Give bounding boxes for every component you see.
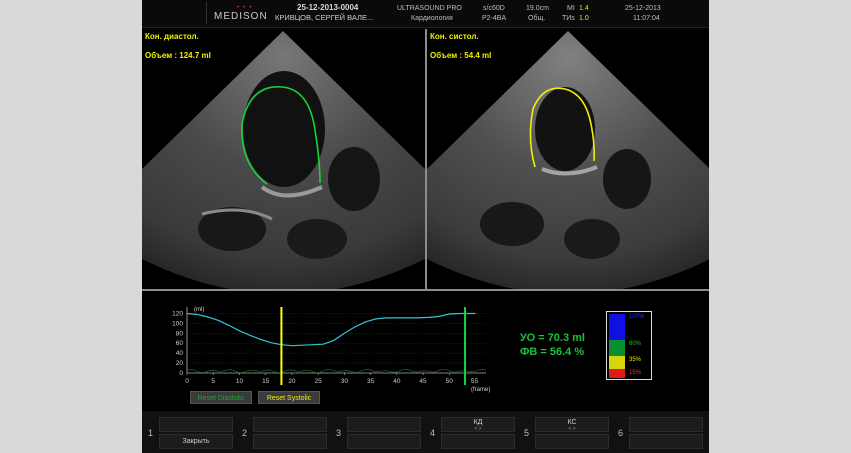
- scale-segment-red: [609, 369, 625, 378]
- volume-curve-line: [186, 312, 476, 347]
- softkey-upper-slot[interactable]: [629, 417, 703, 432]
- softkey-upper-slot[interactable]: [347, 417, 421, 432]
- end-diastole-label: КД: [473, 419, 483, 426]
- tis-label: TИs: [562, 15, 575, 22]
- systole-title: Кон. систол.: [430, 32, 479, 41]
- x-tick-label: 40: [393, 378, 401, 385]
- close-button-label: Закрыть: [182, 438, 210, 445]
- x-tick-label: 50: [446, 378, 454, 385]
- softkey-5[interactable]: 5 КС < >: [518, 411, 612, 453]
- header-divider: [206, 2, 207, 24]
- probe-name: P2-4BA: [482, 15, 507, 22]
- preset-name: Общ.: [528, 15, 546, 22]
- diastole-title: Кон. диастол.: [145, 32, 199, 41]
- x-tick-label: 45: [419, 378, 427, 385]
- scale-label-60: 60%: [629, 341, 642, 347]
- diastole-volume: Объем : 124.7 ml: [145, 51, 211, 60]
- arrows-icon: < >: [474, 426, 482, 432]
- softkey-4[interactable]: 4 КД < >: [424, 411, 518, 453]
- exam-date: 25-12-2013: [625, 5, 661, 12]
- x-tick-label: 20: [288, 378, 296, 385]
- softkey-lower-slot[interactable]: [441, 434, 515, 449]
- softkey-number: 2: [242, 428, 248, 438]
- softkey-lower-slot[interactable]: [253, 434, 327, 449]
- softkey-lower-slot[interactable]: [629, 434, 703, 449]
- end-systole-label: КС: [567, 419, 577, 426]
- x-tick-label: 5: [211, 378, 215, 385]
- chart-ticks: 120 100 80 60 40 20 00 5 10 15 20 25 30 35 40 45 50 55: [172, 310, 478, 385]
- softkey-number: 1: [148, 428, 154, 438]
- x-axis-unit: (frame): [471, 387, 490, 393]
- scale-segment-blue: [609, 314, 625, 340]
- softkey-1[interactable]: 1 Закрыть: [142, 411, 236, 453]
- softkey-lower-slot[interactable]: [347, 434, 421, 449]
- softkey-bar: 1 Закрыть 2 3 4 КД < > 5 КС < > 6: [142, 411, 709, 453]
- systole-volume: Объем : 54.4 ml: [430, 51, 492, 60]
- softkey-upper-slot[interactable]: [253, 417, 327, 432]
- softkey-number: 3: [336, 428, 342, 438]
- ejection-fraction-value: ФВ = 56.4 %: [520, 346, 585, 358]
- x-tick-label: 55: [471, 378, 479, 385]
- mi-label: MI: [567, 5, 575, 12]
- diastole-image-pane[interactable]: Кон. диастол. Объем : 124.7 ml: [142, 29, 425, 289]
- x-tick-label: 25: [315, 378, 323, 385]
- scale-label-100: 100%: [629, 314, 645, 320]
- scale-label-15: 15%: [629, 370, 642, 376]
- chart-grid: [186, 307, 487, 374]
- brand-logo: MEDISON: [214, 11, 268, 22]
- scale-label-35: 35%: [629, 357, 642, 363]
- close-button[interactable]: Закрыть: [159, 434, 233, 449]
- depth-value: 19.0cm: [526, 5, 549, 12]
- volume-chart-area: 120 100 80 60 40 20 0 0 5 10 15 20 25 30 35 40 45 50 55 (m…: [142, 291, 709, 411]
- y-tick-label: 40: [176, 350, 184, 357]
- y-tick-label: 60: [176, 340, 184, 347]
- ultrasound-screen: ••• MEDISON 25-12-2013-0004 КРИВЦОВ, СЕР…: [142, 0, 709, 453]
- x-tick-label: 35: [367, 378, 375, 385]
- softkey-6[interactable]: 6: [612, 411, 706, 453]
- header-bar: ••• MEDISON 25-12-2013-0004 КРИВЦОВ, СЕР…: [142, 0, 709, 28]
- scale-segment-green: [609, 340, 625, 356]
- x-tick-label: 10: [236, 378, 244, 385]
- softkey-upper-slot[interactable]: [159, 417, 233, 432]
- softkey-number: 4: [430, 428, 436, 438]
- softkey-number: 5: [524, 428, 530, 438]
- patient-name: КРИВЦОВ, СЕРГЕЙ ВАЛЕ...: [275, 13, 374, 22]
- y-axis-unit: (ml): [194, 307, 204, 313]
- y-tick-label: 80: [176, 330, 184, 337]
- noise-trace: [186, 368, 487, 374]
- x-tick-label: 30: [341, 378, 349, 385]
- ultrasound-sector-image: [142, 31, 425, 289]
- ejection-fraction-color-scale: 100% 60% 35% 15%: [606, 311, 652, 380]
- tis-value: 1.0: [579, 15, 589, 22]
- exam-time: 11:07:04: [633, 15, 660, 22]
- reset-diastolic-button[interactable]: Reset Diastolic: [190, 391, 252, 404]
- ultrasound-sector-image: [427, 31, 709, 289]
- end-diastole-knob[interactable]: КД < >: [441, 417, 515, 432]
- mi-value: 1.4: [579, 5, 589, 12]
- softkey-3[interactable]: 3: [330, 411, 424, 453]
- arrows-icon: < >: [568, 426, 576, 432]
- softkey-number: 6: [618, 428, 624, 438]
- application-name: Кардиология: [411, 15, 453, 22]
- scan-mode: s/c60D: [483, 5, 505, 12]
- y-tick-label: 120: [172, 310, 183, 317]
- x-tick-label: 0: [185, 378, 189, 385]
- system-name: ULTRASOUND PRO: [397, 5, 462, 12]
- softkey-2[interactable]: 2: [236, 411, 330, 453]
- scale-segment-yellow: [609, 356, 625, 369]
- end-systole-knob[interactable]: КС < >: [535, 417, 609, 432]
- y-tick-label: 100: [172, 320, 183, 327]
- x-tick-label: 15: [262, 378, 270, 385]
- stroke-volume-value: УО = 70.3 ml: [520, 332, 585, 344]
- y-tick-label: 20: [176, 360, 184, 367]
- softkey-lower-slot[interactable]: [535, 434, 609, 449]
- patient-id: 25-12-2013-0004: [297, 3, 359, 12]
- y-tick-label: 0: [179, 370, 183, 377]
- reset-systolic-button[interactable]: Reset Systolic: [258, 391, 320, 404]
- systole-image-pane[interactable]: Кон. систол. Объем : 54.4 ml: [427, 29, 709, 289]
